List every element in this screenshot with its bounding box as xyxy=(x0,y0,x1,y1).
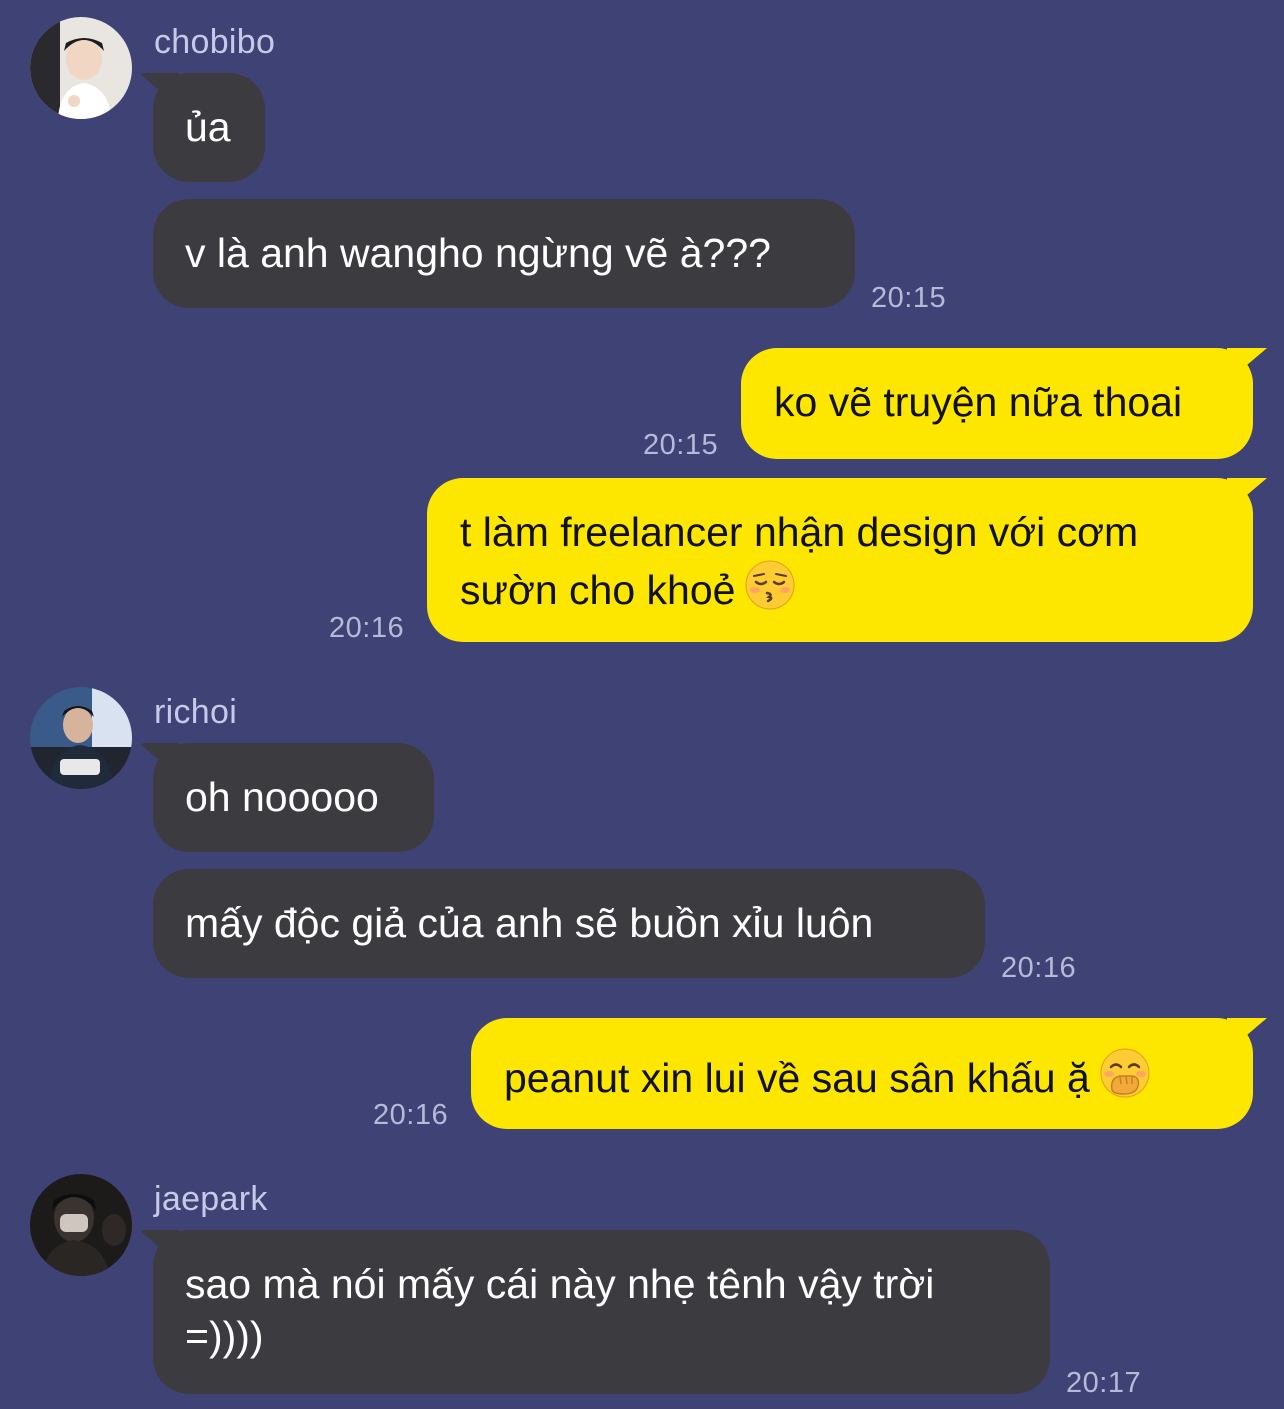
sender-name: richoi xyxy=(154,693,238,731)
message-text: mấy độc giả của anh sẽ buồn xỉu luôn xyxy=(185,900,874,946)
message-text-line: =)))) xyxy=(185,1313,264,1359)
message-text-line: t làm freelancer nhận design với cơm xyxy=(460,509,1139,555)
avatar-photo-icon xyxy=(30,17,132,119)
message-text: ủa xyxy=(185,104,231,150)
avatar-richoi[interactable] xyxy=(30,687,132,789)
avatar-jaepark[interactable] xyxy=(30,1174,132,1276)
message-bubble-incoming[interactable]: v là anh wangho ngừng vẽ à??? xyxy=(153,199,855,308)
message-timestamp: 20:16 xyxy=(1001,952,1077,984)
avatar-photo-icon xyxy=(30,1174,132,1276)
message-bubble-outgoing[interactable]: t làm freelancer nhận design với cơm sườ… xyxy=(427,478,1253,642)
message-text: ko vẽ truyện nữa thoai xyxy=(774,379,1183,425)
message-timestamp: 20:17 xyxy=(1066,1367,1142,1399)
message-text-line: sườn cho khoẻ xyxy=(460,567,736,613)
kissing-face-closed-eyes-icon xyxy=(743,558,797,612)
message-bubble-outgoing[interactable]: peanut xin lui về sau sân khấu ặ xyxy=(471,1018,1253,1129)
message-bubble-incoming[interactable]: sao mà nói mấy cái này nhẹ tênh vậy trời… xyxy=(153,1230,1050,1394)
message-text: v là anh wangho ngừng vẽ à??? xyxy=(185,230,771,276)
message-bubble-outgoing[interactable]: ko vẽ truyện nữa thoai xyxy=(741,348,1253,459)
message-bubble-incoming[interactable]: oh nooooo xyxy=(153,743,434,852)
sender-name: chobibo xyxy=(154,23,276,61)
message-timestamp: 20:16 xyxy=(329,612,405,644)
face-with-hand-over-mouth-icon xyxy=(1098,1046,1152,1100)
message-bubble-incoming[interactable]: ủa xyxy=(153,73,265,182)
message-text: peanut xin lui về sau sân khấu ặ xyxy=(504,1055,1090,1101)
message-bubble-incoming[interactable]: mấy độc giả của anh sẽ buồn xỉu luôn xyxy=(153,869,985,978)
message-text-line: sao mà nói mấy cái này nhẹ tênh vậy trời xyxy=(185,1261,935,1307)
message-timestamp: 20:16 xyxy=(373,1099,449,1131)
avatar-chobibo[interactable] xyxy=(30,17,132,119)
message-timestamp: 20:15 xyxy=(871,282,947,314)
message-timestamp: 20:15 xyxy=(643,429,719,461)
avatar-photo-icon xyxy=(30,687,132,789)
sender-name: jaepark xyxy=(154,1180,268,1218)
message-text: oh nooooo xyxy=(185,774,379,820)
